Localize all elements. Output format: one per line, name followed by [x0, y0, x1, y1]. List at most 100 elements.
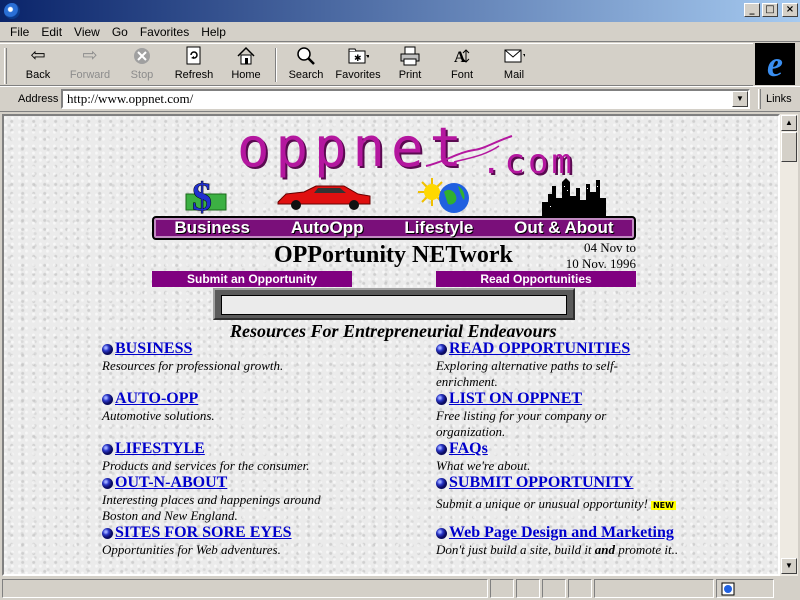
resource-submit-opportunity: SUBMIT OPPORTUNITY Submit a unique or un…: [436, 474, 706, 512]
status-bar: [0, 577, 800, 600]
menu-file[interactable]: File: [4, 25, 35, 39]
out-n-about-link[interactable]: OUT-N-ABOUT: [102, 474, 342, 492]
refresh-button[interactable]: Refresh: [168, 46, 220, 84]
nav-autoopp[interactable]: AutoOpp: [291, 218, 364, 238]
scroll-up-button[interactable]: ▲: [781, 115, 797, 131]
bullet-icon: [102, 477, 113, 489]
bullet-icon: [102, 393, 113, 405]
address-url: http://www.oppnet.com/: [67, 91, 194, 106]
font-label: Font: [450, 69, 473, 81]
refresh-label: Refresh: [174, 69, 214, 81]
list-on-oppnet-desc: Free listing for your company or organiz…: [436, 408, 607, 439]
sun-and-globe-icon[interactable]: [416, 176, 476, 216]
web-page-design-link[interactable]: Web Page Design and Marketing: [436, 524, 696, 542]
forward-arrow-icon: ⇨: [82, 45, 98, 66]
back-button[interactable]: ⇦ Back: [12, 46, 64, 84]
menu-edit[interactable]: Edit: [35, 25, 68, 39]
address-input[interactable]: http://www.oppnet.com/ ▼: [61, 89, 750, 109]
nav-out-and-about[interactable]: Out & About: [514, 218, 613, 238]
bullet-icon: [436, 443, 447, 455]
ie-app-icon[interactable]: [4, 3, 20, 19]
resource-sites-for-sore-eyes: SITES FOR SORE EYES Opportunities for We…: [102, 524, 352, 558]
submit-opportunity-link[interactable]: SUBMIT OPPORTUNITY: [436, 474, 706, 492]
resources-subheading: Resources For Entrepreneurial Endeavours: [230, 321, 557, 341]
status-text-pane: [2, 579, 488, 598]
home-icon: [235, 46, 257, 66]
status-pane-3: [516, 579, 540, 598]
status-pane-5: [568, 579, 592, 598]
menu-favorites[interactable]: Favorites: [134, 25, 195, 39]
search-icon: [295, 46, 317, 66]
address-dropdown-button[interactable]: ▼: [732, 91, 748, 107]
back-arrow-icon: ⇦: [30, 45, 46, 66]
svg-text:$: $: [192, 176, 212, 214]
menu-go[interactable]: Go: [106, 25, 134, 39]
favorites-button[interactable]: ✱ Favorites: [332, 46, 384, 84]
font-button[interactable]: A Font: [436, 46, 488, 84]
close-button[interactable]: ×: [782, 3, 798, 17]
read-opportunities-button[interactable]: Read Opportunities: [436, 271, 636, 287]
print-button[interactable]: Print: [384, 46, 436, 84]
red-sports-car-icon[interactable]: [274, 182, 374, 212]
read-opportunities-link[interactable]: READ OPPORTUNITIES: [436, 340, 696, 358]
auto-opp-desc: Automotive solutions.: [102, 408, 215, 423]
bullet-icon: [102, 443, 113, 455]
vertical-scrollbar[interactable]: ▲ ▼: [780, 114, 798, 576]
search-button[interactable]: Search: [280, 46, 332, 84]
business-link[interactable]: BUSINESS: [102, 340, 352, 358]
status-security-pane: [716, 579, 774, 598]
resource-read-opportunities: READ OPPORTUNITIES Exploring alternative…: [436, 340, 646, 390]
mail-label: Mail: [503, 69, 525, 81]
date-line-2: 10 Nov. 1996: [565, 256, 636, 271]
bottom-purple-rule: [486, 574, 686, 576]
lifestyle-link[interactable]: LIFESTYLE: [102, 440, 352, 458]
business-desc: Resources for professional growth.: [102, 358, 284, 373]
sites-for-sore-eyes-link[interactable]: SITES FOR SORE EYES: [102, 524, 352, 542]
stop-button[interactable]: Stop: [116, 46, 168, 84]
opportunity-search-field[interactable]: [221, 295, 567, 315]
submit-opportunity-button[interactable]: Submit an Opportunity: [152, 271, 352, 287]
home-button[interactable]: Home: [220, 46, 272, 84]
dollar-sign-icon[interactable]: $: [184, 176, 228, 214]
auto-opp-link[interactable]: AUTO-OPP: [102, 390, 352, 408]
minimize-button[interactable]: _: [744, 3, 760, 17]
resource-lifestyle: LIFESTYLE Products and services for the …: [102, 440, 352, 474]
bullet-icon: [102, 343, 113, 355]
home-label: Home: [231, 69, 261, 81]
resource-faqs: FAQs What we're about.: [436, 440, 686, 474]
mail-icon: [503, 46, 525, 66]
toolbar-grip[interactable]: [4, 48, 7, 84]
menu-bar: File Edit View Go Favorites Help: [0, 22, 800, 42]
menu-view[interactable]: View: [68, 25, 106, 39]
ie-logo-icon: e: [767, 44, 783, 84]
scroll-down-button[interactable]: ▼: [781, 558, 797, 574]
city-skyline-icon[interactable]: [542, 176, 606, 216]
forward-button[interactable]: ⇨ Forward: [64, 46, 116, 84]
section-nav-bar: Business AutoOpp Lifestyle Out & About: [152, 216, 636, 240]
list-on-oppnet-link[interactable]: LIST ON OPPNET: [436, 390, 636, 408]
date-range: 04 Nov to 10 Nov. 1996: [560, 240, 636, 272]
maximize-button[interactable]: □: [762, 3, 778, 17]
status-pane-2: [490, 579, 514, 598]
faqs-link[interactable]: FAQs: [436, 440, 686, 458]
back-label: Back: [25, 69, 51, 81]
menu-help[interactable]: Help: [195, 25, 232, 39]
window-controls: _ □ ×: [744, 3, 798, 17]
nav-lifestyle[interactable]: Lifestyle: [404, 218, 473, 238]
links-button[interactable]: Links: [766, 93, 792, 105]
forward-label: Forward: [69, 69, 111, 81]
stop-label: Stop: [130, 69, 154, 81]
lifestyle-desc: Products and services for the consumer.: [102, 458, 310, 473]
mail-button[interactable]: Mail: [488, 46, 540, 84]
resource-business: BUSINESS Resources for professional grow…: [102, 340, 352, 374]
nav-business[interactable]: Business: [174, 218, 250, 238]
internet-zone-icon: [721, 582, 735, 595]
address-label: Address: [18, 93, 59, 105]
title-bar: _ □ ×: [0, 0, 800, 22]
web-page-design-desc: Don't just build a site, build it and pr…: [436, 542, 679, 557]
scroll-thumb[interactable]: [781, 132, 797, 162]
bullet-icon: [436, 527, 447, 539]
bullet-icon: [436, 343, 447, 355]
opportunity-search-box[interactable]: [213, 288, 575, 320]
status-pane-4: [542, 579, 566, 598]
